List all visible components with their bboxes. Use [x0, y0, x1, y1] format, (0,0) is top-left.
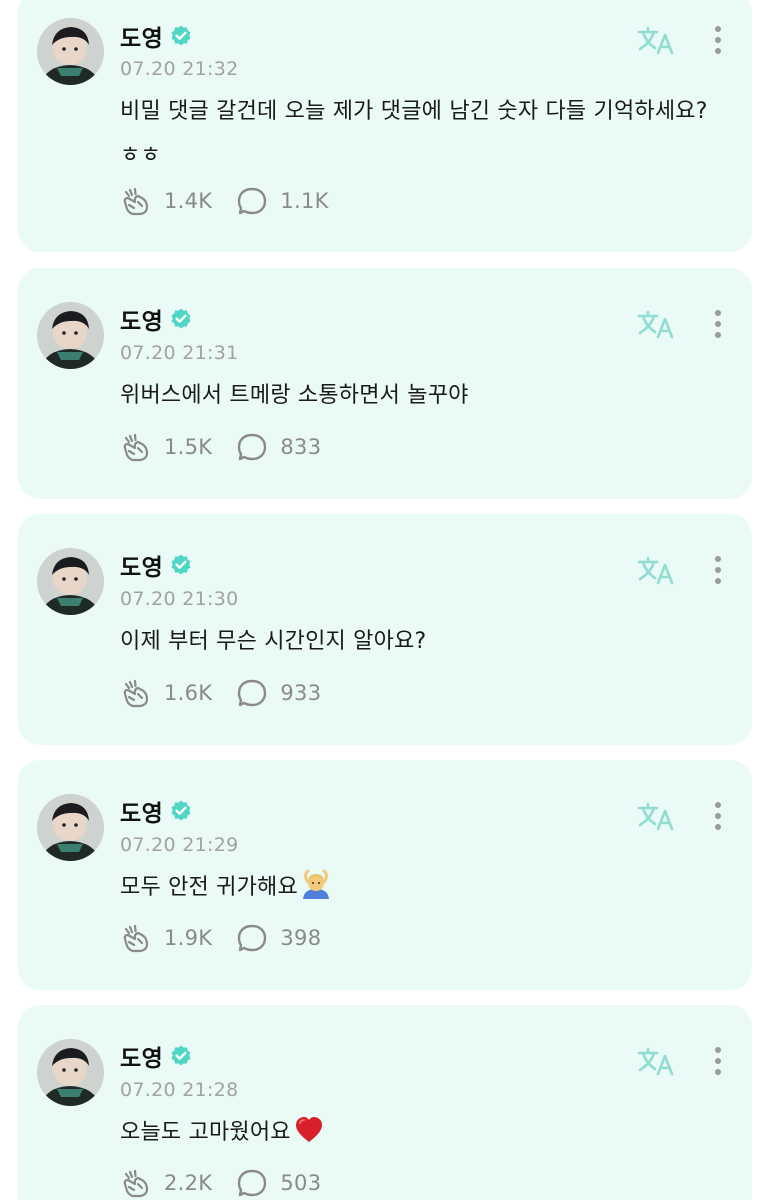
like-count: 1.9K	[164, 926, 213, 950]
author-row: 도영	[120, 1040, 193, 1072]
post-text: 위버스에서 트메랑 소통하면서 놀꾸야	[120, 374, 730, 418]
post-timestamp: 07.20 21:32	[120, 58, 239, 80]
cheer-hands-icon	[120, 678, 152, 708]
person-gesturing-ok-emoji	[300, 869, 332, 901]
comment-count: 933	[280, 681, 322, 705]
post-feed: 도영 07.20 21:32 비밀 댓글 갈건데 오늘 제가 댓글에 남긴 숫자…	[0, 0, 770, 1200]
post-card[interactable]: 도영 07.20 21:29 모두 안전 귀가해요 1.9K 398	[18, 760, 752, 990]
post-stats: 1.4K 1.1K	[120, 186, 353, 216]
post-stats: 1.6K 933	[120, 678, 345, 708]
avatar[interactable]	[37, 302, 104, 369]
post-card[interactable]: 도영 07.20 21:30 이제 부터 무슨 시간인지 알아요? 1.6K 9…	[18, 514, 752, 745]
post-timestamp: 07.20 21:29	[120, 834, 239, 856]
like-button[interactable]: 1.9K	[120, 923, 212, 953]
verified-badge-icon	[169, 307, 193, 331]
like-button[interactable]: 1.4K	[120, 186, 212, 216]
cheer-hands-icon	[120, 432, 152, 462]
like-count: 1.6K	[164, 681, 213, 705]
comment-bubble-icon	[236, 432, 268, 462]
post-card[interactable]: 도영 07.20 21:31 위버스에서 트메랑 소통하면서 놀꾸야 1.5K …	[18, 268, 752, 499]
red-heart-emoji	[293, 1114, 325, 1146]
author-name[interactable]: 도영	[120, 19, 163, 53]
post-timestamp: 07.20 21:31	[120, 342, 239, 364]
translate-icon[interactable]	[636, 22, 676, 58]
like-button[interactable]: 1.5K	[120, 432, 212, 462]
more-vertical-icon[interactable]	[706, 306, 730, 342]
comment-count: 1.1K	[280, 189, 329, 213]
post-text-content: 위버스에서 트메랑 소통하면서 놀꾸야	[120, 383, 469, 408]
author-name[interactable]: 도영	[120, 548, 163, 582]
comment-bubble-icon	[236, 923, 268, 953]
avatar[interactable]	[37, 548, 104, 615]
comment-bubble-icon	[236, 678, 268, 708]
comment-button[interactable]: 503	[236, 1168, 321, 1198]
more-vertical-icon[interactable]	[706, 798, 730, 834]
verified-badge-icon	[169, 1044, 193, 1068]
translate-icon[interactable]	[636, 552, 676, 588]
verified-badge-icon	[169, 24, 193, 48]
comment-count: 833	[280, 435, 322, 459]
cheer-hands-icon	[120, 923, 152, 953]
post-text-content: 이제 부터 무슨 시간인지 알아요?	[120, 629, 427, 654]
author-name[interactable]: 도영	[120, 1039, 163, 1073]
post-stats: 1.9K 398	[120, 923, 345, 953]
post-text-content: 오늘도 고마웠어요	[120, 1120, 291, 1145]
post-card[interactable]: 도영 07.20 21:28 오늘도 고마웠어요 2.2K 503	[18, 1005, 752, 1200]
translate-icon[interactable]	[636, 306, 676, 342]
author-row: 도영	[120, 20, 193, 52]
post-text-content: 비밀 댓글 갈건데 오늘 제가 댓글에 남긴 숫자 다들 기억하세요? ㅎㅎ	[120, 99, 708, 168]
like-button[interactable]: 2.2K	[120, 1168, 212, 1198]
cheer-hands-icon	[120, 186, 152, 216]
comment-button[interactable]: 833	[236, 432, 321, 462]
like-count: 2.2K	[164, 1171, 213, 1195]
comment-bubble-icon	[236, 186, 268, 216]
more-vertical-icon[interactable]	[706, 1043, 730, 1079]
post-text: 모두 안전 귀가해요	[120, 866, 730, 910]
avatar[interactable]	[37, 1039, 104, 1106]
author-name[interactable]: 도영	[120, 794, 163, 828]
post-timestamp: 07.20 21:28	[120, 1079, 239, 1101]
post-text: 이제 부터 무슨 시간인지 알아요?	[120, 620, 730, 664]
comment-button[interactable]: 933	[236, 678, 321, 708]
post-stats: 2.2K 503	[120, 1168, 345, 1198]
post-text: 오늘도 고마웠어요	[120, 1111, 730, 1155]
post-stats: 1.5K 833	[120, 432, 345, 462]
translate-icon[interactable]	[636, 1043, 676, 1079]
verified-badge-icon	[169, 799, 193, 823]
like-button[interactable]: 1.6K	[120, 678, 212, 708]
author-row: 도영	[120, 549, 193, 581]
cheer-hands-icon	[120, 1168, 152, 1198]
author-name[interactable]: 도영	[120, 302, 163, 336]
comment-bubble-icon	[236, 1168, 268, 1198]
post-text-content: 모두 안전 귀가해요	[120, 875, 298, 900]
author-row: 도영	[120, 795, 193, 827]
post-card[interactable]: 도영 07.20 21:32 비밀 댓글 갈건데 오늘 제가 댓글에 남긴 숫자…	[18, 0, 752, 252]
avatar[interactable]	[37, 794, 104, 861]
comment-count: 503	[280, 1171, 322, 1195]
comment-count: 398	[280, 926, 322, 950]
verified-badge-icon	[169, 553, 193, 577]
comment-button[interactable]: 1.1K	[236, 186, 328, 216]
like-count: 1.5K	[164, 435, 213, 459]
post-timestamp: 07.20 21:30	[120, 588, 239, 610]
post-text: 비밀 댓글 갈건데 오늘 제가 댓글에 남긴 숫자 다들 기억하세요? ㅎㅎ	[120, 90, 730, 178]
more-vertical-icon[interactable]	[706, 22, 730, 58]
comment-button[interactable]: 398	[236, 923, 321, 953]
more-vertical-icon[interactable]	[706, 552, 730, 588]
author-row: 도영	[120, 303, 193, 335]
translate-icon[interactable]	[636, 798, 676, 834]
like-count: 1.4K	[164, 189, 213, 213]
avatar[interactable]	[37, 18, 104, 85]
